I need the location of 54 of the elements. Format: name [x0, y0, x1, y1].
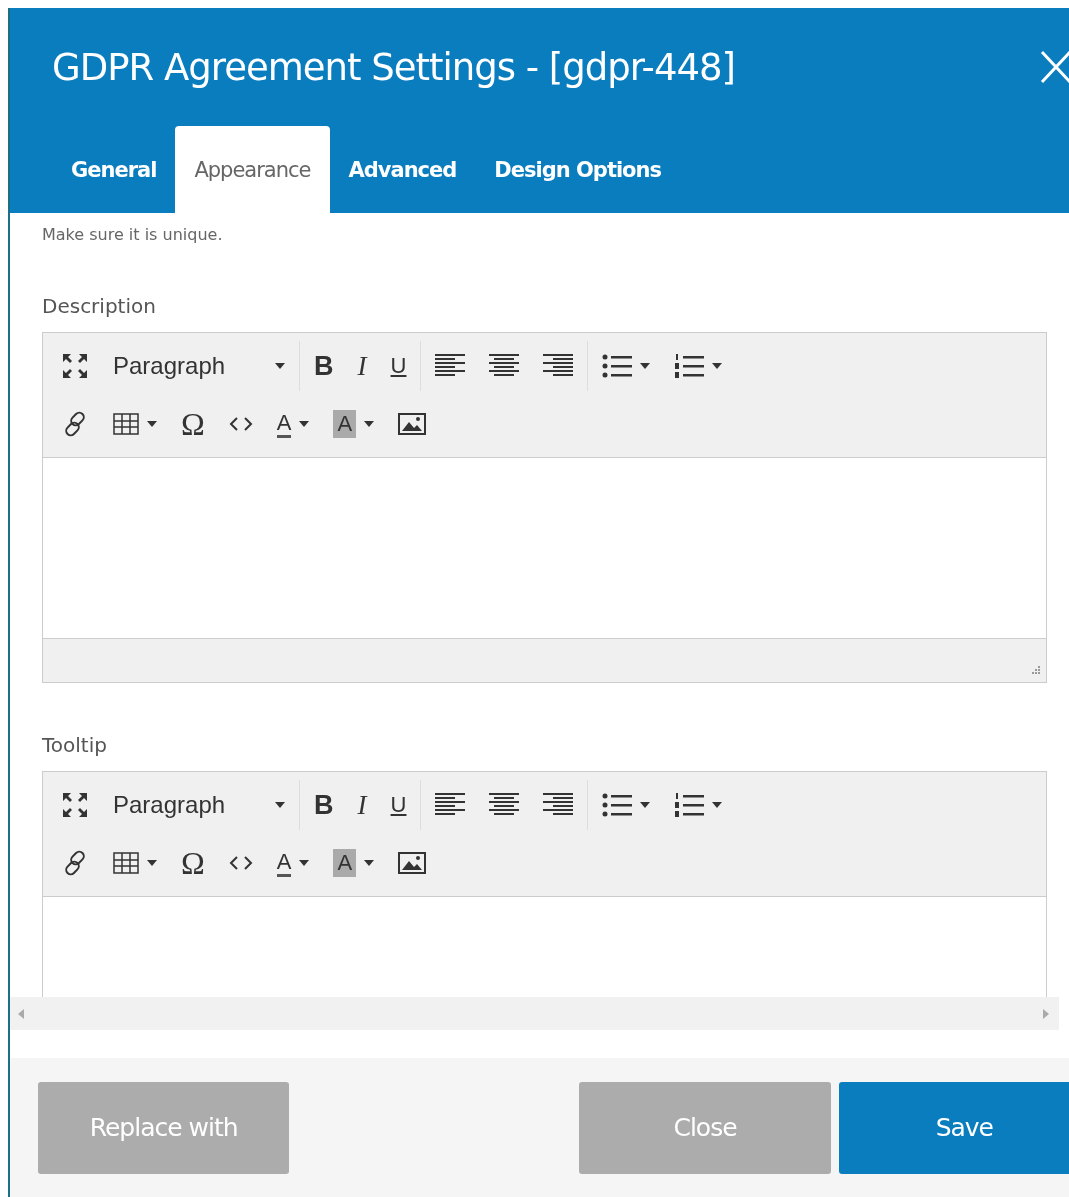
bold-button[interactable]: B [302, 785, 346, 825]
table-icon [113, 413, 139, 435]
table-icon [113, 852, 139, 874]
close-icon[interactable] [1040, 50, 1069, 84]
caret-icon [275, 363, 286, 369]
caret-icon [712, 802, 723, 808]
caret-icon [299, 860, 310, 866]
numbered-list-icon [674, 353, 705, 379]
text-color-button[interactable]: A [264, 404, 322, 444]
code-icon [228, 856, 253, 870]
italic-button[interactable]: I [345, 346, 379, 386]
caret-icon [712, 363, 723, 369]
special-button[interactable]: Ω [169, 843, 217, 883]
caret-icon [275, 802, 286, 808]
image-icon [398, 852, 427, 874]
caret-icon [147, 421, 157, 427]
bg-color-button[interactable]: A [321, 404, 387, 444]
underline-button[interactable]: U [378, 346, 419, 386]
align-center-icon [489, 792, 520, 818]
align-right-icon [543, 792, 574, 818]
image-icon [398, 413, 427, 435]
expand-icon [61, 791, 89, 819]
field-label: Description [42, 294, 157, 318]
bulleted-list-icon [602, 353, 633, 379]
caret-icon [299, 421, 310, 427]
underline-button[interactable]: U [378, 785, 419, 825]
tab[interactable]: Design Options [475, 126, 680, 213]
special-button[interactable]: Ω [169, 404, 217, 444]
save-button[interactable]: Save [838, 1081, 1069, 1174]
numbered-list-icon [674, 792, 705, 818]
code-icon [228, 417, 253, 431]
align-left-icon [435, 792, 466, 818]
align-left-icon [435, 353, 466, 379]
bg-color-button[interactable]: A [321, 843, 387, 883]
tab[interactable]: General [52, 126, 176, 213]
window-title: GDPR Agreement Settings - [gdpr-448] [52, 45, 736, 89]
caret-icon [364, 860, 375, 866]
caret-icon [147, 860, 157, 866]
hint-text: Make sure it is unique. [42, 225, 224, 244]
align-center-icon [489, 353, 520, 379]
italic-button[interactable]: I [345, 785, 379, 825]
bold-button[interactable]: B [302, 346, 346, 386]
bulleted-list-icon [602, 792, 633, 818]
align-right-icon [543, 353, 574, 379]
caret-icon [640, 363, 651, 369]
format-dropdown[interactable]: Paragraph [101, 346, 298, 386]
caret-icon [640, 802, 651, 808]
tab[interactable]: Advanced [329, 126, 476, 213]
text-color-button[interactable]: A [264, 843, 322, 883]
caret-icon [364, 421, 375, 427]
format-dropdown[interactable]: Paragraph [101, 785, 298, 825]
expand-icon [61, 352, 89, 380]
tab[interactable]: Appearance [175, 126, 330, 213]
field-label: Tooltip [42, 733, 108, 757]
